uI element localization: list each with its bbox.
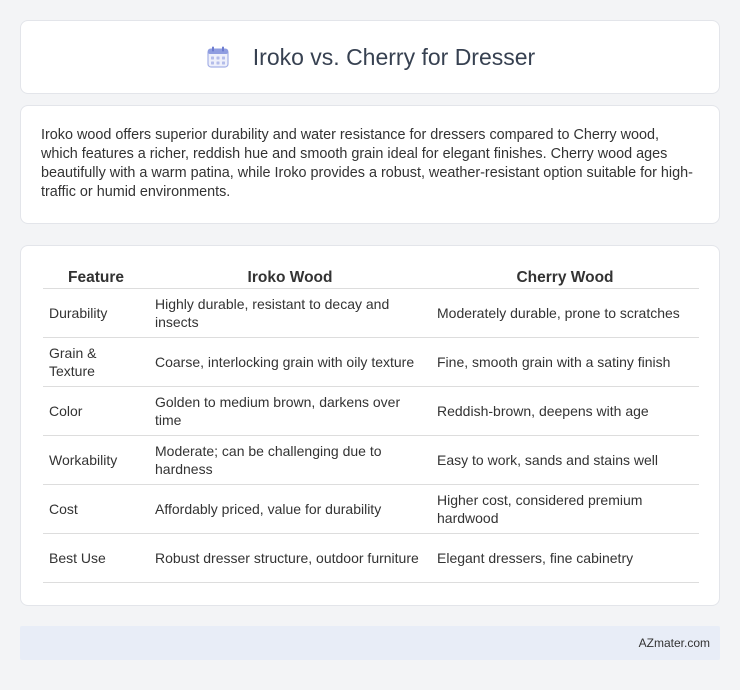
footer: AZmater.com (20, 626, 720, 660)
row-iroko: Robust dresser structure, outdoor furnit… (149, 534, 431, 583)
row-iroko: Highly durable, resistant to decay and i… (149, 289, 431, 338)
header-iroko: Iroko Wood (149, 265, 431, 289)
table-row: Durability Highly durable, resistant to … (43, 289, 699, 338)
table-header-row: Feature Iroko Wood Cherry Wood (43, 265, 699, 289)
intro-card: Iroko wood offers superior durability an… (20, 105, 720, 224)
table-row: Cost Affordably priced, value for durabi… (43, 485, 699, 534)
table-row: Workability Moderate; can be challenging… (43, 436, 699, 485)
row-iroko: Moderate; can be challenging due to hard… (149, 436, 431, 485)
table-row: Color Golden to medium brown, darkens ov… (43, 387, 699, 436)
row-cherry: Elegant dressers, fine cabinetry (431, 534, 699, 583)
row-iroko: Coarse, interlocking grain with oily tex… (149, 338, 431, 387)
calendar-icon (207, 46, 229, 68)
header-feature: Feature (43, 265, 149, 289)
intro-text: Iroko wood offers superior durability an… (41, 127, 693, 200)
row-cherry: Easy to work, sands and stains well (431, 436, 699, 485)
row-feature: Cost (43, 485, 149, 534)
row-cherry: Moderately durable, prone to scratches (431, 289, 699, 338)
table-card: Feature Iroko Wood Cherry Wood Durabilit… (20, 245, 720, 606)
row-feature: Durability (43, 289, 149, 338)
row-cherry: Fine, smooth grain with a satiny finish (431, 338, 699, 387)
table-row: Grain & Texture Coarse, interlocking gra… (43, 338, 699, 387)
title-card: Iroko vs. Cherry for Dresser (20, 20, 720, 94)
row-feature: Grain & Texture (43, 338, 149, 387)
row-iroko: Affordably priced, value for durability (149, 485, 431, 534)
row-feature: Best Use (43, 534, 149, 583)
row-feature: Color (43, 387, 149, 436)
row-feature: Workability (43, 436, 149, 485)
page-title: Iroko vs. Cherry for Dresser (252, 43, 536, 70)
row-cherry: Higher cost, considered premium hardwood (431, 485, 699, 534)
footer-source-link[interactable]: AZmater.com (639, 636, 710, 650)
comparison-table: Feature Iroko Wood Cherry Wood Durabilit… (43, 265, 699, 583)
table-row: Best Use Robust dresser structure, outdo… (43, 534, 699, 583)
row-cherry: Reddish-brown, deepens with age (431, 387, 699, 436)
row-iroko: Golden to medium brown, darkens over tim… (149, 387, 431, 436)
header-cherry: Cherry Wood (431, 265, 699, 289)
